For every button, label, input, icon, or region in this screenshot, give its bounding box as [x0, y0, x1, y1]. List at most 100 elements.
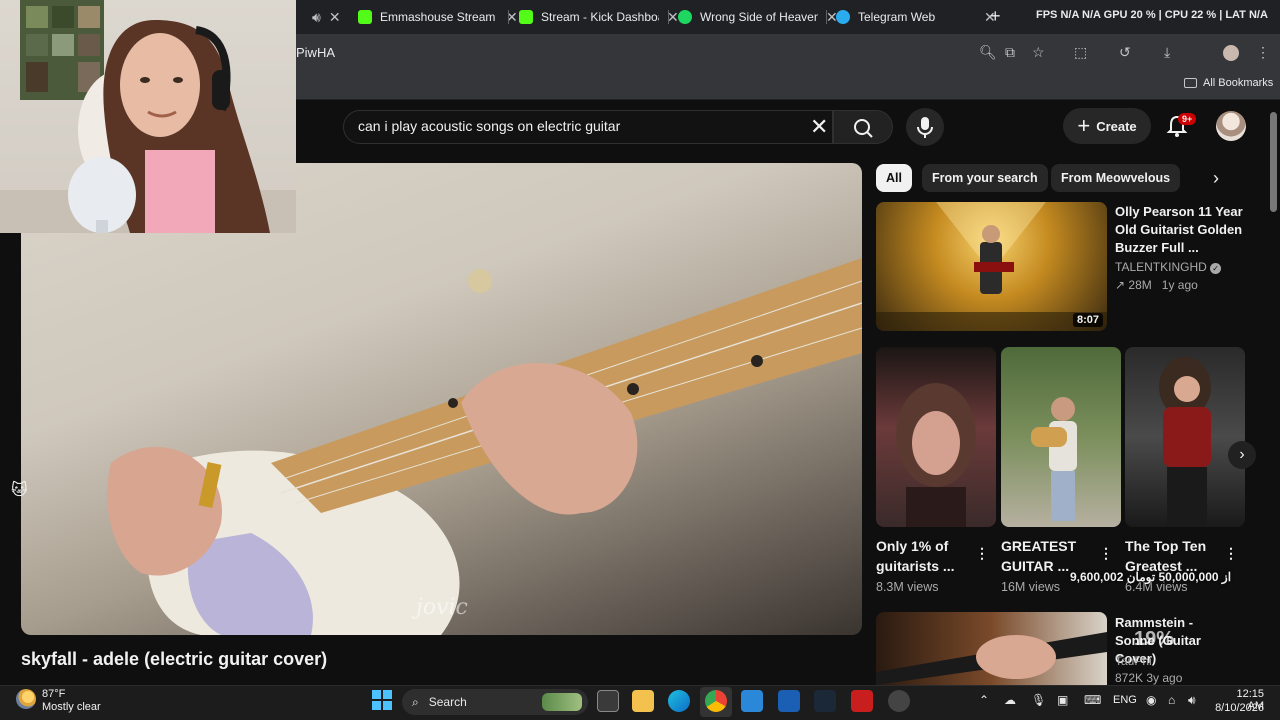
video-title: skyfall - adele (electric guitar cover): [21, 649, 328, 669]
channel-label: TALENTKINGHD: [1115, 260, 1207, 274]
display-icon[interactable]: ▣: [1057, 693, 1068, 707]
install-app-icon[interactable]: ⧉: [1005, 44, 1015, 61]
bookmark-star-icon[interactable]: ☆: [1032, 44, 1045, 61]
short-title[interactable]: Only 1% of guitarists ...: [876, 536, 966, 576]
thumbnail-image: [1031, 397, 1077, 521]
taskbar-search[interactable]: ⌕ Search: [402, 689, 588, 715]
voice-search-button[interactable]: [906, 108, 944, 146]
steam-icon[interactable]: [814, 690, 836, 712]
recommendation-meta: 872K 3y ago: [1115, 671, 1183, 685]
telegram-icon: [836, 10, 850, 24]
settings-icon[interactable]: [888, 690, 910, 712]
search-query[interactable]: can i play acoustic songs on electric gu…: [358, 118, 620, 134]
all-bookmarks-button[interactable]: All Bookmarks: [1184, 77, 1273, 89]
chip-from-meowvelous[interactable]: From Meowvelous: [1051, 164, 1181, 192]
short-views: 8.3M views: [876, 580, 939, 594]
trending-icon: ↗: [1115, 278, 1126, 292]
chevron-right-icon[interactable]: ›: [1228, 441, 1256, 469]
scrollbar-thumb[interactable]: [1270, 112, 1277, 212]
short-thumbnail[interactable]: [876, 347, 996, 527]
weather-description[interactable]: Mostly clear: [42, 701, 101, 713]
webcam-overlay: [0, 0, 296, 233]
windows-start-icon[interactable]: [372, 690, 392, 715]
volume-icon[interactable]: 🔊︎: [1188, 693, 1196, 708]
profile-avatar[interactable]: [1223, 45, 1239, 61]
task-view-icon[interactable]: [597, 690, 619, 712]
donation-goal-overlay: 9,600,002 از 50,000,000 تومان: [1070, 570, 1232, 584]
chip-all[interactable]: All: [876, 164, 912, 192]
tab-emmashouse-stream[interactable]: Emmashouse Stream - ✕: [350, 4, 526, 30]
view-count: 28M: [1128, 278, 1152, 292]
notification-badge: 9+: [1178, 113, 1197, 125]
more-options-icon[interactable]: ⋮: [1099, 545, 1113, 562]
short-thumbnail[interactable]: [1001, 347, 1121, 527]
app-icon[interactable]: [851, 690, 873, 712]
thumbnail-image: [876, 202, 1107, 331]
thumbnail-image: [876, 632, 1107, 685]
video-player[interactable]: jovic: [21, 163, 862, 635]
new-tab-button[interactable]: +: [990, 6, 1001, 27]
weather-icon[interactable]: [16, 689, 36, 709]
language-indicator[interactable]: ENG: [1113, 694, 1137, 706]
all-bookmarks-label: All Bookmarks: [1203, 77, 1274, 89]
tab-label: Emmashouse Stream -: [380, 10, 498, 24]
recommendation-meta: ↗ 28M 1y ago: [1115, 278, 1198, 292]
speaker-icon[interactable]: 🔊︎: [312, 9, 321, 26]
verified-icon: ✓: [1210, 263, 1222, 274]
search-highlight-icon: [542, 693, 582, 711]
recommendation-title[interactable]: Olly Pearson 11 Year Old Guitarist Golde…: [1115, 203, 1255, 257]
close-icon[interactable]: ✕: [329, 9, 341, 26]
video-frame: [107, 258, 862, 635]
zoom-icon[interactable]: 🔍︎: [979, 44, 997, 61]
chip-from-your-search[interactable]: From your search: [922, 164, 1048, 192]
thumbnail-image: [1159, 357, 1211, 527]
create-label: Create: [1096, 118, 1137, 134]
tab-audio-muted[interactable]: 🔊︎ ✕: [296, 4, 349, 30]
file-explorer-icon[interactable]: [632, 690, 654, 712]
spotify-icon: [678, 10, 692, 24]
tab-telegram[interactable]: Telegram Web ✕: [828, 4, 1004, 30]
channel-name[interactable]: TALENTKINGHD ✓: [1115, 260, 1222, 274]
extensions-icon[interactable]: ⬚: [1074, 44, 1087, 61]
address-bar[interactable]: PiwHA: [296, 45, 335, 60]
streamer-camera-feed: [0, 0, 296, 233]
microphone-icon[interactable]: 🎙︎: [1031, 693, 1046, 707]
history-icon[interactable]: ↺: [1119, 44, 1131, 61]
search-icon: [854, 119, 873, 138]
chrome-icon[interactable]: [705, 690, 727, 712]
download-icon[interactable]: ⤓: [1164, 44, 1170, 61]
keyboard-icon[interactable]: ⌨︎: [1084, 693, 1101, 707]
kick-icon: [358, 10, 372, 24]
channel-name[interactable]: TauPhi: [1115, 654, 1152, 668]
short-thumbnail[interactable]: [1125, 347, 1245, 527]
tab-spotify[interactable]: Wrong Side of Heaven ✕: [670, 4, 846, 30]
cloud-icon[interactable]: ☁︎: [1004, 693, 1016, 707]
tab-kick-dashboard[interactable]: Stream - Kick Dashboa ✕: [511, 4, 687, 30]
performance-overlay: FPS N/A N/A GPU 20 % | CPU 22 % | LAT N/…: [1036, 9, 1268, 21]
more-options-icon[interactable]: ⋮: [1224, 545, 1238, 562]
menu-icon[interactable]: ⋮: [1256, 44, 1270, 61]
recommendation-thumbnail[interactable]: 8:07: [876, 202, 1107, 331]
network-icon[interactable]: ⌂: [1168, 693, 1175, 707]
recommendation-thumbnail[interactable]: [876, 612, 1107, 685]
donation-progress-percent: 19%: [1134, 628, 1175, 650]
app-tray-icon[interactable]: ◉: [1146, 693, 1156, 707]
app-icon[interactable]: [778, 690, 800, 712]
edge-icon[interactable]: [668, 690, 690, 712]
clear-search-icon[interactable]: ✕: [810, 114, 828, 140]
plus-icon: +: [1077, 113, 1091, 138]
clock-date[interactable]: 8/10/2026: [1212, 702, 1264, 714]
cat-emote-icon: 🐱︎: [11, 482, 28, 499]
tab-label: Stream - Kick Dashboa: [541, 10, 659, 24]
chevron-right-icon[interactable]: ›: [1213, 168, 1219, 189]
weather-temperature[interactable]: 87°F: [42, 688, 65, 700]
account-avatar[interactable]: [1216, 111, 1246, 141]
microphone-icon: [917, 117, 933, 138]
store-icon[interactable]: [741, 690, 763, 712]
create-button[interactable]: + Create: [1063, 108, 1151, 144]
more-options-icon[interactable]: ⋮: [975, 545, 989, 562]
video-watermark: jovic: [416, 595, 468, 620]
search-button[interactable]: [833, 110, 893, 144]
chevron-up-icon[interactable]: ⌃: [979, 693, 989, 707]
folder-icon: [1184, 78, 1197, 88]
